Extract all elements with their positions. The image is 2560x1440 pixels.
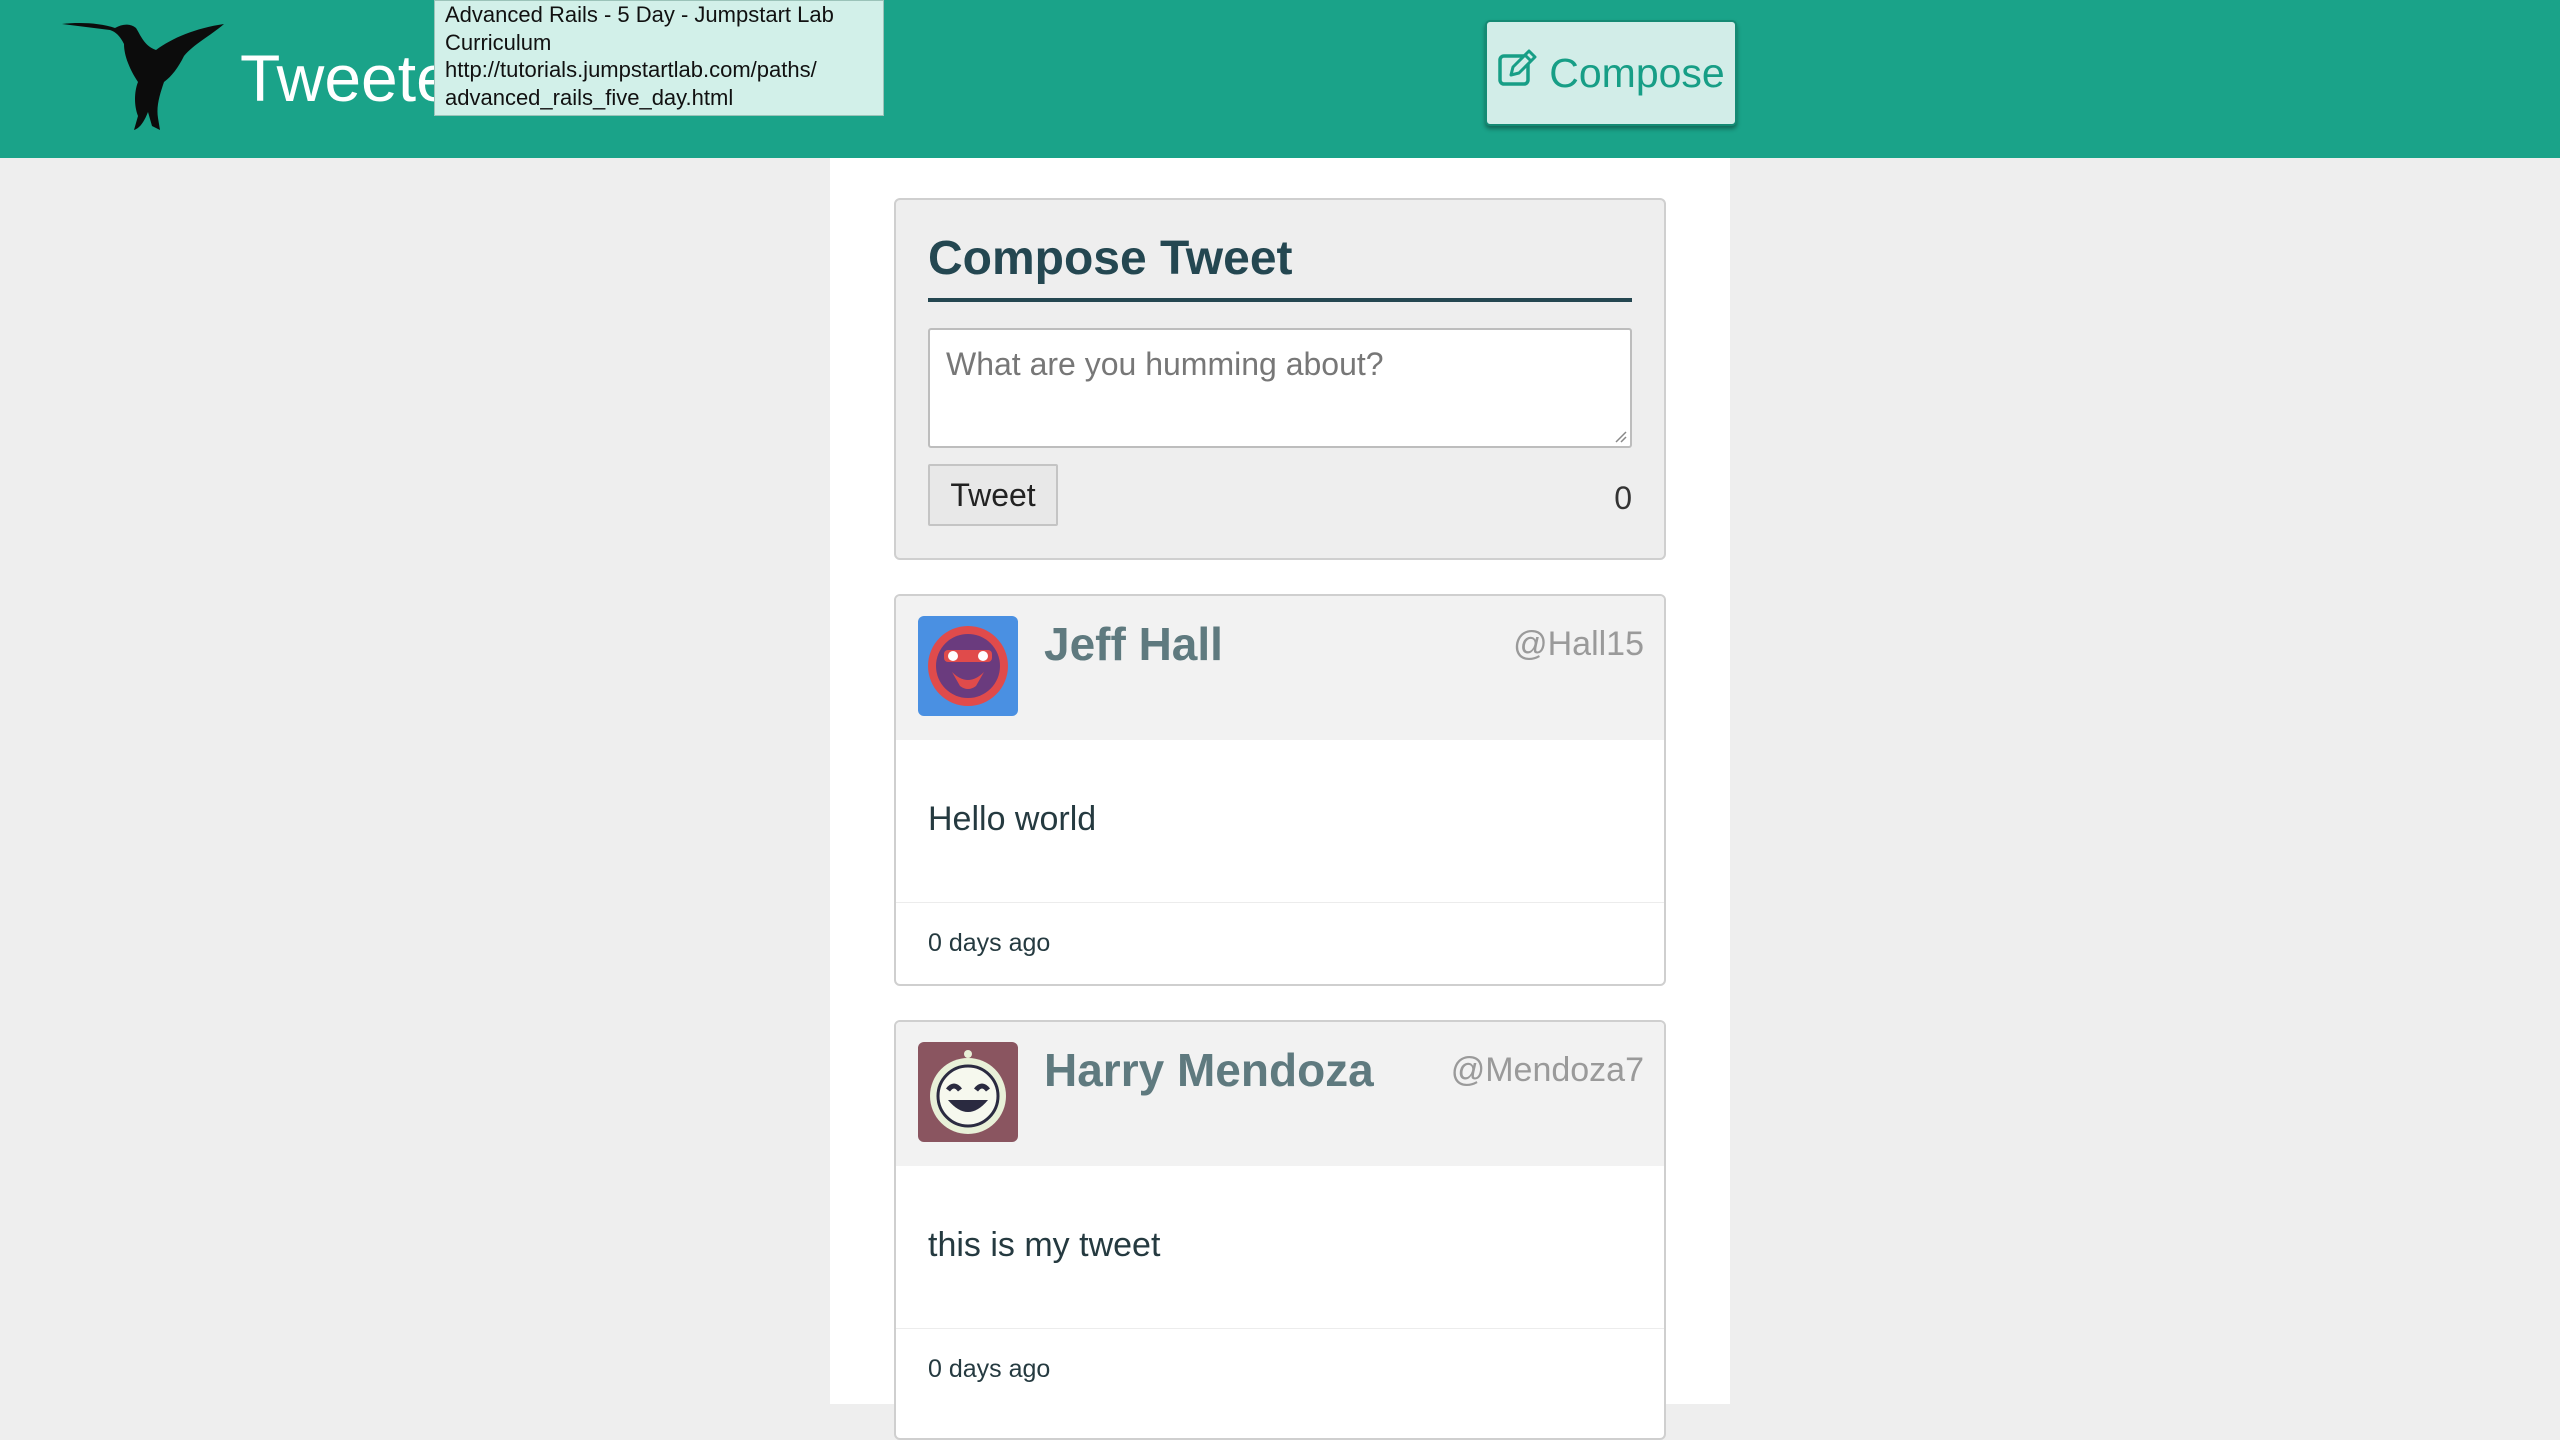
author-name[interactable]: Harry Mendoza bbox=[1044, 1042, 1374, 1098]
link-tooltip: Advanced Rails - 5 Day - Jumpstart Lab C… bbox=[434, 0, 884, 116]
tweet-text: Hello world bbox=[928, 800, 1097, 838]
tweet-text: this is my tweet bbox=[928, 1226, 1161, 1264]
tweet-footer: 0 days ago bbox=[896, 1328, 1664, 1412]
resize-grip-icon[interactable] bbox=[1611, 427, 1627, 443]
character-counter: 0 bbox=[1614, 480, 1632, 516]
tweet-header: Harry Mendoza @Mendoza7 bbox=[896, 1022, 1664, 1166]
hummingbird-icon[interactable] bbox=[60, 14, 230, 132]
tweet-timestamp: 0 days ago bbox=[928, 1355, 1051, 1383]
compose-title: Compose Tweet bbox=[928, 232, 1293, 285]
tweet-card: Harry Mendoza @Mendoza7 this is my tweet… bbox=[894, 1020, 1666, 1440]
tweet-body: Hello world bbox=[896, 740, 1664, 903]
tooltip-line: advanced_rails_five_day.html bbox=[445, 84, 734, 110]
top-navbar: Tweeter Compose bbox=[0, 0, 2560, 158]
tweet-submit-button[interactable]: Tweet bbox=[928, 464, 1058, 526]
textarea-placeholder: What are you humming about? bbox=[946, 346, 1384, 382]
tweet-header: Jeff Hall @Hall15 bbox=[896, 596, 1664, 740]
compose-button[interactable]: Compose bbox=[1485, 20, 1737, 126]
divider bbox=[928, 298, 1632, 302]
robot-face-avatar-icon bbox=[918, 616, 1018, 716]
tweet-timestamp: 0 days ago bbox=[928, 929, 1051, 957]
main-container: Compose Tweet What are you humming about… bbox=[830, 158, 1730, 1440]
compose-button-label: Compose bbox=[1549, 49, 1725, 96]
compose-tweet-panel: Compose Tweet What are you humming about… bbox=[894, 198, 1666, 560]
tooltip-line: http://tutorials.jumpstartlab.com/paths/ bbox=[445, 57, 817, 82]
pencil-square-icon bbox=[1497, 48, 1537, 98]
tooltip-line: Curriculum bbox=[445, 29, 552, 55]
author-handle[interactable]: @Hall15 bbox=[1513, 624, 1644, 664]
tweet-footer: 0 days ago bbox=[896, 902, 1664, 984]
tweet-card: Jeff Hall @Hall15 Hello world 0 days ago bbox=[894, 594, 1666, 986]
smiling-robot-avatar-icon bbox=[918, 1042, 1018, 1142]
author-handle[interactable]: @Mendoza7 bbox=[1451, 1050, 1644, 1090]
author-name[interactable]: Jeff Hall bbox=[1044, 616, 1223, 672]
tweet-body: this is my tweet bbox=[896, 1166, 1664, 1329]
tweet-textarea[interactable]: What are you humming about? bbox=[928, 328, 1632, 448]
tooltip-line: Advanced Rails - 5 Day - Jumpstart Lab bbox=[445, 2, 834, 27]
